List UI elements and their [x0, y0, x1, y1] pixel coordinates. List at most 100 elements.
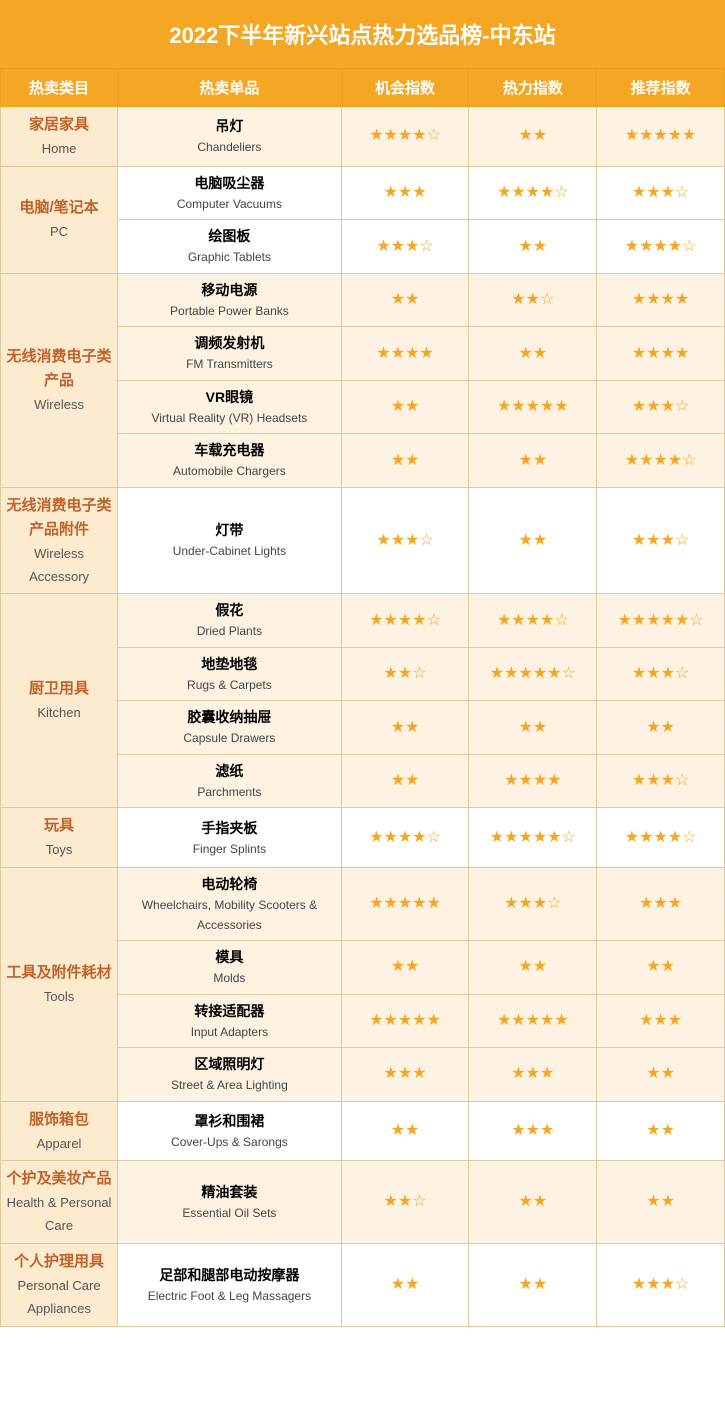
opportunity-stars: ★★	[341, 754, 469, 808]
category-cell: 厨卫用具Kitchen	[1, 594, 118, 808]
header-heat: 热力指数	[469, 69, 597, 107]
heat-stars: ★★	[469, 434, 597, 488]
heat-stars: ★★★★	[469, 754, 597, 808]
opportunity-stars: ★★	[341, 380, 469, 434]
header-recommend: 推荐指数	[597, 69, 725, 107]
opportunity-stars: ★★★★☆	[341, 808, 469, 868]
recommend-stars: ★★★☆	[597, 647, 725, 701]
product-cell: 绘图板Graphic Tablets	[118, 220, 342, 274]
recommend-stars: ★★★★	[597, 327, 725, 381]
product-cell: 吊灯Chandeliers	[118, 107, 342, 167]
recommend-stars: ★★★☆	[597, 166, 725, 220]
heat-stars: ★★★★☆	[469, 594, 597, 648]
product-cell: 区域照明灯Street & Area Lighting	[118, 1048, 342, 1102]
header-category: 热卖类目	[1, 69, 118, 107]
recommend-stars: ★★★	[597, 868, 725, 941]
heat-stars: ★★★★★☆	[469, 647, 597, 701]
table-row: 家居家具Home吊灯Chandeliers★★★★☆★★★★★★★	[1, 107, 725, 167]
header-opportunity: 机会指数	[341, 69, 469, 107]
heat-stars: ★★	[469, 487, 597, 594]
recommend-stars: ★★	[597, 1161, 725, 1244]
product-cell: VR眼镜Virtual Reality (VR) Headsets	[118, 380, 342, 434]
heat-stars: ★★★★★☆	[469, 808, 597, 868]
recommend-stars: ★★★	[597, 994, 725, 1048]
heat-stars: ★★★★☆	[469, 166, 597, 220]
category-cell: 个人护理用具Personal Care Appliances	[1, 1244, 118, 1327]
recommend-stars: ★★★★	[597, 273, 725, 327]
category-cell: 玩具Toys	[1, 808, 118, 868]
heat-stars: ★★	[469, 1161, 597, 1244]
recommend-stars: ★★★★☆	[597, 808, 725, 868]
heat-stars: ★★	[469, 701, 597, 755]
table-row: 无线消费电子类产品附件Wireless Accessory灯带Under-Cab…	[1, 487, 725, 594]
opportunity-stars: ★★★★	[341, 327, 469, 381]
category-cell: 家居家具Home	[1, 107, 118, 167]
recommend-stars: ★★★☆	[597, 380, 725, 434]
category-cell: 无线消费电子类产品Wireless	[1, 273, 118, 487]
product-cell: 转接适配器Input Adapters	[118, 994, 342, 1048]
product-cell: 足部和腿部电动按摩器Electric Foot & Leg Massagers	[118, 1244, 342, 1327]
header-product: 热卖单品	[118, 69, 342, 107]
product-cell: 胶囊收纳抽屉Capsule Drawers	[118, 701, 342, 755]
opportunity-stars: ★★★	[341, 166, 469, 220]
category-cell: 个护及美妆产品Health & Personal Care	[1, 1161, 118, 1244]
category-cell: 电脑/笔记本PC	[1, 166, 118, 273]
heat-stars: ★★	[469, 107, 597, 167]
opportunity-stars: ★★★★★	[341, 994, 469, 1048]
opportunity-stars: ★★	[341, 273, 469, 327]
opportunity-stars: ★★★★☆	[341, 594, 469, 648]
product-cell: 车载充电器Automobile Chargers	[118, 434, 342, 488]
heat-stars: ★★☆	[469, 273, 597, 327]
product-cell: 手指夹板Finger Splints	[118, 808, 342, 868]
opportunity-stars: ★★	[341, 941, 469, 995]
table-row: 工具及附件耗材Tools电动轮椅Wheelchairs, Mobility Sc…	[1, 868, 725, 941]
opportunity-stars: ★★	[341, 1244, 469, 1327]
table-row: 电脑/笔记本PC电脑吸尘器Computer Vacuums★★★★★★★☆★★★…	[1, 166, 725, 220]
opportunity-stars: ★★★★★	[341, 868, 469, 941]
product-cell: 调频发射机FM Transmitters	[118, 327, 342, 381]
opportunity-stars: ★★☆	[341, 1161, 469, 1244]
recommend-stars: ★★	[597, 1101, 725, 1161]
category-cell: 无线消费电子类产品附件Wireless Accessory	[1, 487, 118, 594]
heat-stars: ★★★★★	[469, 380, 597, 434]
page-title: 2022下半年新兴站点热力选品榜-中东站	[0, 0, 725, 68]
opportunity-stars: ★★★★☆	[341, 107, 469, 167]
recommend-stars: ★★★☆	[597, 487, 725, 594]
recommend-stars: ★★★☆	[597, 1244, 725, 1327]
product-cell: 精油套装Essential Oil Sets	[118, 1161, 342, 1244]
product-cell: 电动轮椅Wheelchairs, Mobility Scooters & Acc…	[118, 868, 342, 941]
table-row: 服饰箱包Apparel罩衫和围裙Cover-Ups & Sarongs★★★★★…	[1, 1101, 725, 1161]
product-cell: 电脑吸尘器Computer Vacuums	[118, 166, 342, 220]
opportunity-stars: ★★★☆	[341, 220, 469, 274]
recommend-stars: ★★★★★☆	[597, 594, 725, 648]
table-row: 无线消费电子类产品Wireless移动电源Portable Power Bank…	[1, 273, 725, 327]
opportunity-stars: ★★	[341, 701, 469, 755]
heat-stars: ★★	[469, 220, 597, 274]
heat-stars: ★★	[469, 941, 597, 995]
category-cell: 服饰箱包Apparel	[1, 1101, 118, 1161]
heat-stars: ★★★★★	[469, 994, 597, 1048]
recommend-stars: ★★	[597, 1048, 725, 1102]
opportunity-stars: ★★★☆	[341, 487, 469, 594]
recommend-stars: ★★★★☆	[597, 434, 725, 488]
table-row: 玩具Toys手指夹板Finger Splints★★★★☆★★★★★☆★★★★☆	[1, 808, 725, 868]
product-cell: 假花Dried Plants	[118, 594, 342, 648]
recommend-stars: ★★★★☆	[597, 220, 725, 274]
product-cell: 罩衫和围裙Cover-Ups & Sarongs	[118, 1101, 342, 1161]
opportunity-stars: ★★☆	[341, 647, 469, 701]
product-cell: 移动电源Portable Power Banks	[118, 273, 342, 327]
opportunity-stars: ★★	[341, 1101, 469, 1161]
heat-stars: ★★	[469, 327, 597, 381]
opportunity-stars: ★★★	[341, 1048, 469, 1102]
product-cell: 滤纸Parchments	[118, 754, 342, 808]
recommend-stars: ★★	[597, 941, 725, 995]
heat-stars: ★★★	[469, 1101, 597, 1161]
table-row: 个人护理用具Personal Care Appliances足部和腿部电动按摩器…	[1, 1244, 725, 1327]
category-cell: 工具及附件耗材Tools	[1, 868, 118, 1102]
product-cell: 模具Molds	[118, 941, 342, 995]
product-cell: 灯带Under-Cabinet Lights	[118, 487, 342, 594]
opportunity-stars: ★★	[341, 434, 469, 488]
recommend-stars: ★★	[597, 701, 725, 755]
product-cell: 地垫地毯Rugs & Carpets	[118, 647, 342, 701]
recommend-stars: ★★★★★	[597, 107, 725, 167]
